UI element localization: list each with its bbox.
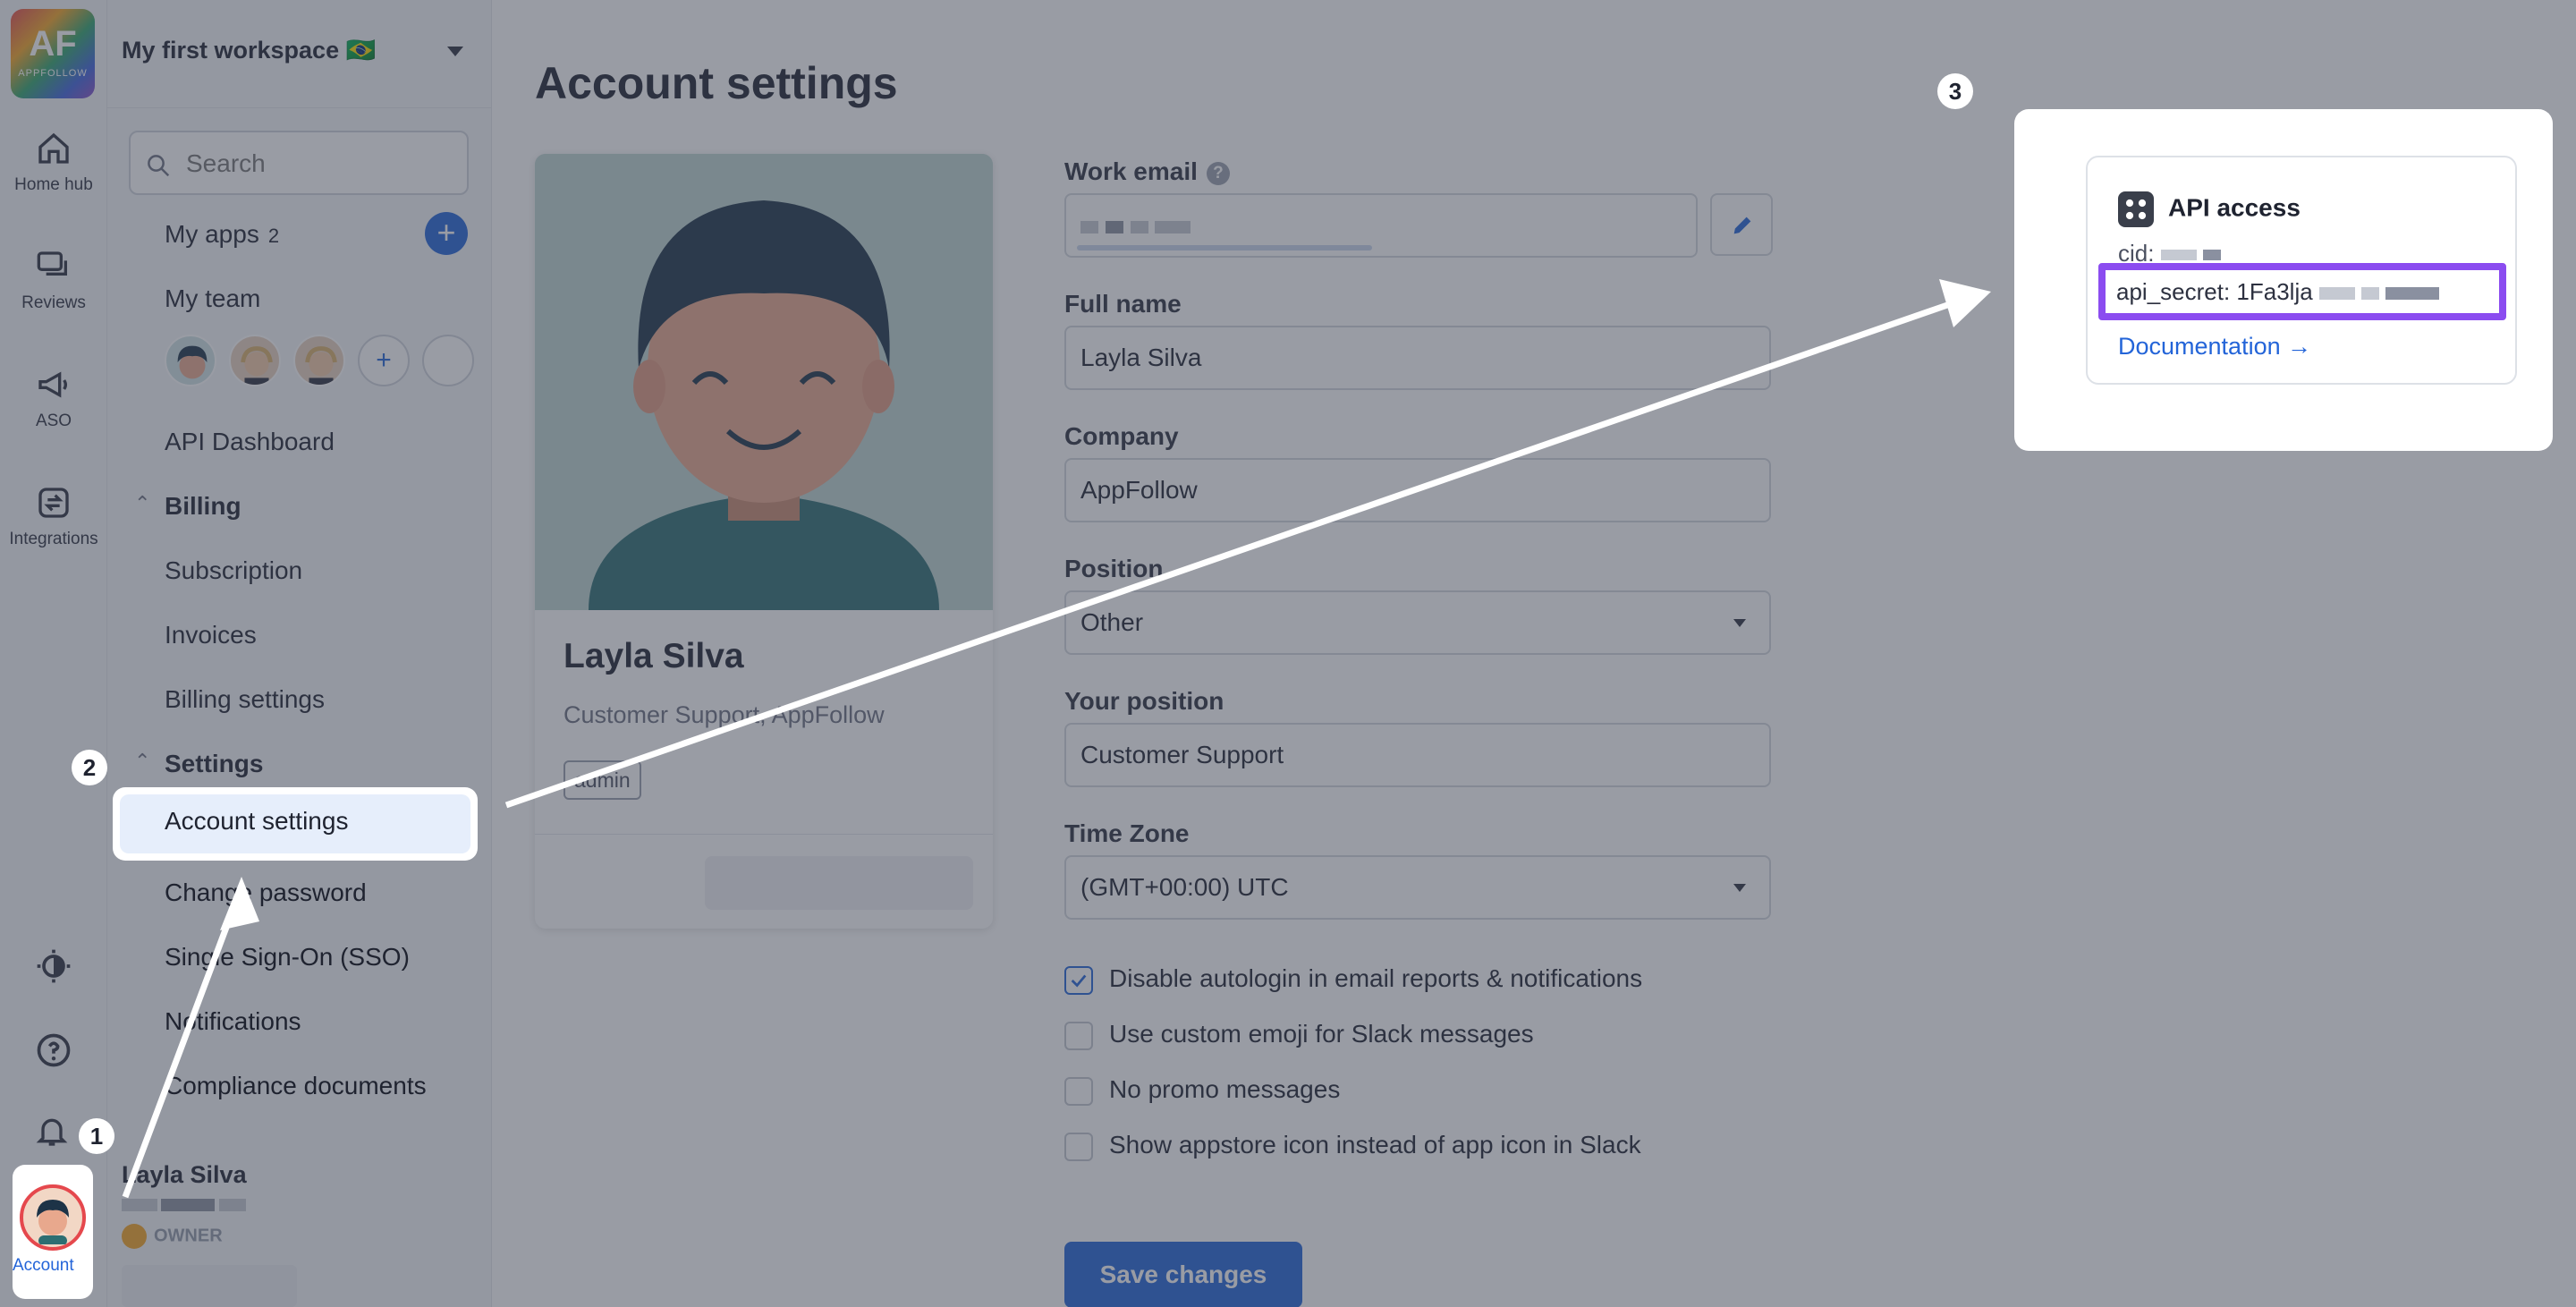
arrow-to-api-access (504, 301, 1952, 809)
arrow-head (220, 877, 259, 930)
arrow-head (1939, 279, 1991, 327)
tutorial-arrows (122, 279, 1991, 1199)
arrow-to-account-settings (122, 895, 242, 1199)
